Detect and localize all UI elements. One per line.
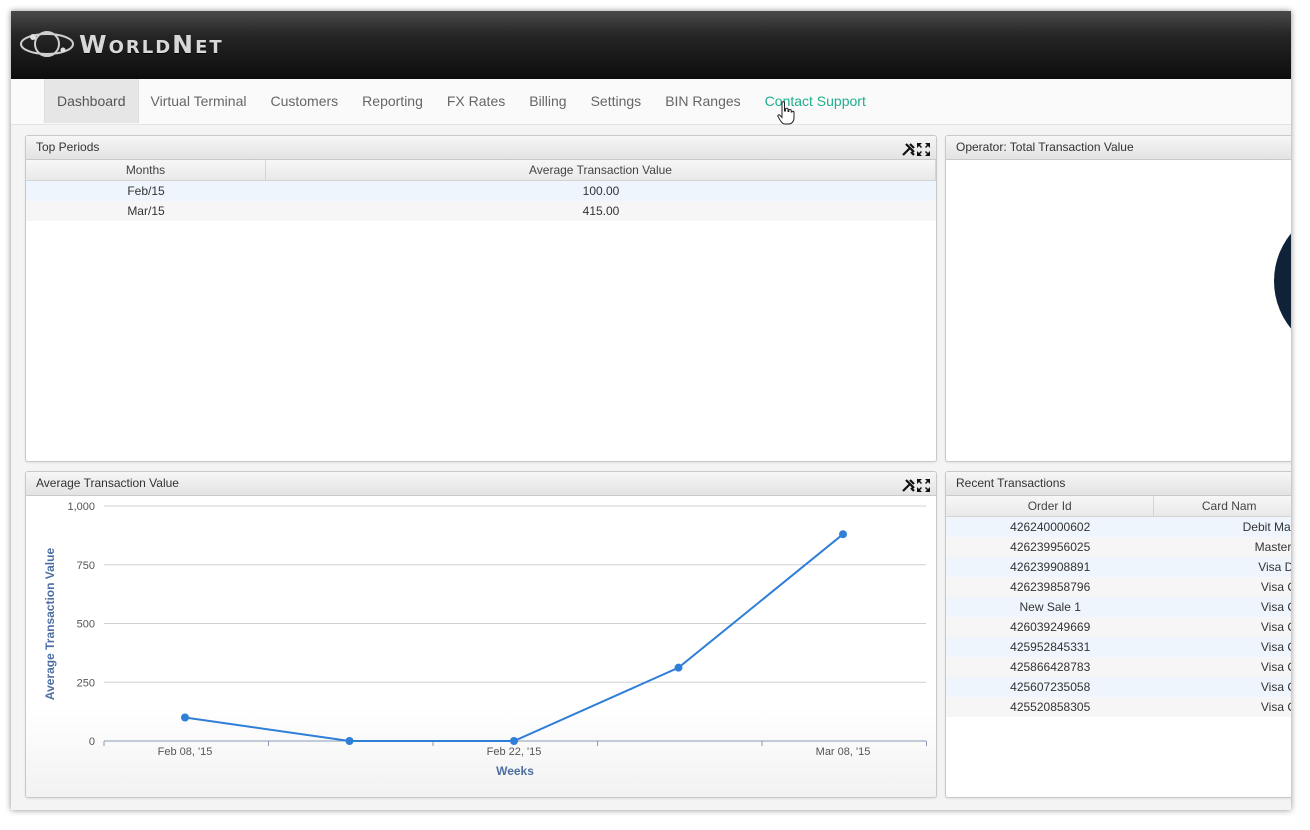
table-row[interactable]: 425520858305 Visa Cr: [946, 697, 1291, 717]
logo-text: WorldNet: [79, 29, 224, 59]
worldnet-logo[interactable]: WorldNet: [19, 25, 224, 63]
data-point[interactable]: [345, 737, 354, 745]
data-point[interactable]: [674, 663, 683, 672]
nav-settings[interactable]: Settings: [579, 79, 654, 123]
x-tick-label: Feb 08, '15: [158, 746, 213, 758]
top-periods-grid-header: Months Average Transaction Value: [26, 160, 936, 181]
nav-customers[interactable]: Customers: [258, 79, 350, 123]
order-id-cell: 425952845331: [1010, 640, 1091, 654]
main-nav: Dashboard Virtual Terminal Customers Report…: [44, 79, 878, 123]
main-nav-bar: Dashboard Virtual Terminal Customers Report…: [11, 79, 1291, 125]
order-id-cell: 426239858796: [1010, 580, 1091, 594]
top-periods-panel: Top Periods Months Average Transaction V…: [25, 135, 937, 462]
table-row[interactable]: 426239956025 MasterC: [946, 537, 1291, 557]
recent-transactions-panel: Recent Transactions Order Id Card Nam 42…: [945, 471, 1291, 798]
table-row[interactable]: 426240000602 Debit Mast: [946, 517, 1291, 537]
card-name-cell: MasterC: [1254, 540, 1291, 554]
y-tick-label: 250: [77, 677, 95, 689]
top-periods-header: Top Periods: [26, 136, 936, 160]
card-name-cell: Visa Cr: [1260, 620, 1291, 634]
order-id-cell: New Sale 1: [1019, 600, 1081, 614]
panel-title: Top Periods: [36, 140, 100, 154]
y-tick-label: 1,000: [67, 501, 95, 513]
y-tick-label: 500: [77, 619, 95, 631]
card-name-cell: Visa Cr: [1260, 680, 1291, 694]
chart-area: 0 250 500 750 1,000 Feb 08, '15 Feb 22, '15 Mar…: [26, 496, 936, 797]
nav-reporting[interactable]: Reporting: [350, 79, 435, 123]
order-id-cell: 425866428783: [1010, 660, 1091, 674]
order-id-cell: 426239956025: [1010, 540, 1091, 554]
order-id-cell: 426240000602: [1010, 520, 1091, 534]
card-name-cell: Visa Cr: [1260, 580, 1291, 594]
table-row[interactable]: Mar/15 415.00: [26, 201, 936, 221]
table-row[interactable]: 426239908891 Visa De: [946, 557, 1291, 577]
card-name-cell: Visa Cr: [1260, 600, 1291, 614]
orbit-logo-icon: [20, 31, 74, 57]
col-avg-value[interactable]: Average Transaction Value: [266, 160, 936, 180]
operator-panel-header: Operator: Total Transaction Value: [946, 136, 1291, 160]
panel-tools: [902, 477, 930, 492]
wrench-icon[interactable]: [902, 477, 915, 492]
top-periods-rows: Feb/15 100.00 Mar/15 415.00: [26, 181, 936, 221]
operator-panel: Operator: Total Transaction Value: [945, 135, 1291, 462]
header-bar: WorldNet: [11, 11, 1291, 79]
table-row[interactable]: New Sale 1 Visa Cr: [946, 597, 1291, 617]
table-row[interactable]: 426239858796 Visa Cr: [946, 577, 1291, 597]
panel-title: Average Transaction Value: [36, 476, 179, 490]
x-axis-title: Weeks: [496, 764, 534, 778]
card-name-cell: Debit Mast: [1242, 520, 1291, 534]
table-row[interactable]: Feb/15 100.00: [26, 181, 936, 201]
order-id-cell: 425607235058: [1010, 680, 1091, 694]
y-tick-label: 0: [89, 736, 95, 748]
card-name-cell: Visa Cr: [1260, 700, 1291, 714]
card-name-cell: Visa De: [1258, 560, 1291, 574]
nav-billing[interactable]: Billing: [517, 79, 578, 123]
operator-pie-chart[interactable]: [1274, 206, 1291, 356]
x-tick-label: Mar 08, '15: [816, 746, 871, 758]
order-id-cell: 426239908891: [1010, 560, 1091, 574]
month-cell: Feb/15: [127, 184, 165, 198]
data-point[interactable]: [510, 737, 518, 745]
avg-transaction-panel: Average Transaction Value 0 250 500 750 1,00…: [25, 471, 937, 798]
hand-cursor-icon: [777, 101, 795, 125]
nav-fx-rates[interactable]: FX Rates: [435, 79, 517, 123]
table-row[interactable]: 425866428783 Visa Cr: [946, 657, 1291, 677]
col-card-name[interactable]: Card Nam: [1154, 496, 1291, 516]
recent-transactions-header: Recent Transactions: [946, 472, 1291, 496]
y-axis-title: Average Transaction Value: [43, 548, 57, 701]
nav-dashboard[interactable]: Dashboard: [44, 79, 139, 123]
wrench-icon[interactable]: [902, 141, 915, 156]
avg-transaction-header: Average Transaction Value: [26, 472, 936, 496]
nav-bin-ranges[interactable]: BIN Ranges: [653, 79, 752, 123]
panel-tools: [902, 141, 930, 156]
value-cell: 415.00: [582, 204, 620, 218]
col-months[interactable]: Months: [26, 160, 266, 180]
panel-title: Operator: Total Transaction Value: [956, 140, 1134, 154]
table-row[interactable]: 425607235058 Visa Cr: [946, 677, 1291, 697]
table-row[interactable]: 426039249669 Visa Cr: [946, 617, 1291, 637]
nav-virtual-terminal[interactable]: Virtual Terminal: [139, 79, 259, 123]
maximize-icon[interactable]: [917, 141, 930, 156]
nav-contact-support[interactable]: Contact Support: [753, 79, 878, 123]
y-tick-label: 750: [77, 560, 95, 572]
maximize-icon[interactable]: [917, 477, 930, 492]
order-id-cell: 425520858305: [1010, 700, 1091, 714]
x-tick-label: Feb 22, '15: [487, 746, 542, 758]
panel-title: Recent Transactions: [956, 476, 1066, 490]
table-row[interactable]: 425952845331 Visa Cr: [946, 637, 1291, 657]
card-name-cell: Visa Cr: [1260, 640, 1291, 654]
month-cell: Mar/15: [127, 204, 165, 218]
app-window: WorldNet Dashboard Virtual Terminal Custom…: [11, 11, 1291, 810]
value-cell: 100.00: [582, 184, 620, 198]
card-name-cell: Visa Cr: [1260, 660, 1291, 674]
recent-grid-header: Order Id Card Nam: [946, 496, 1291, 517]
line-chart: 0 250 500 750 1,000 Feb 08, '15 Feb 22, '15 Mar…: [43, 501, 927, 778]
data-point[interactable]: [181, 713, 189, 722]
col-order-id[interactable]: Order Id: [946, 496, 1155, 516]
recent-rows: 426240000602 Debit Mast 426239956025 Master…: [946, 517, 1291, 717]
order-id-cell: 426039249669: [1010, 620, 1091, 634]
data-point[interactable]: [839, 530, 847, 539]
